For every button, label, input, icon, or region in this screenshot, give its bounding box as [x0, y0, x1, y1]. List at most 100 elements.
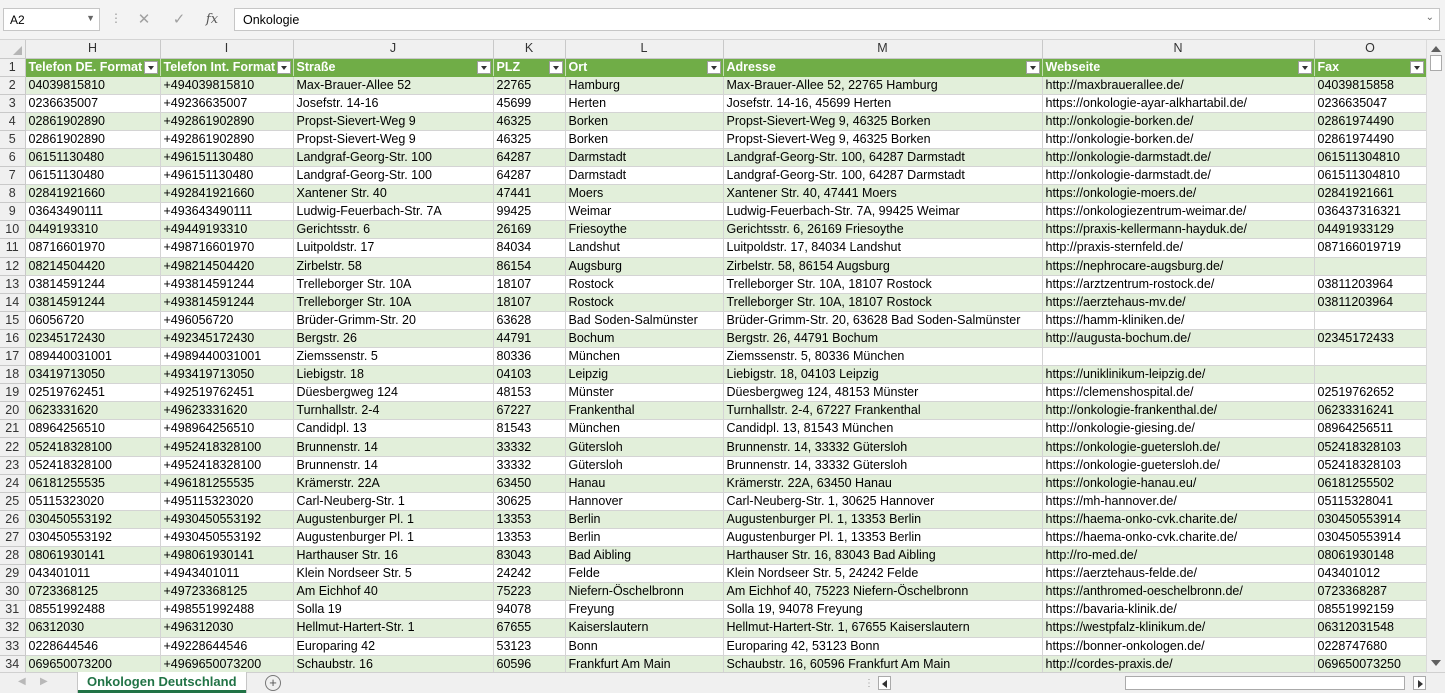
- table-cell[interactable]: 02519762652: [1314, 383, 1426, 403]
- row-number[interactable]: 2: [0, 76, 26, 95]
- table-cell[interactable]: 02861974490: [1314, 112, 1426, 131]
- vertical-scroll-thumb[interactable]: [1430, 55, 1442, 71]
- row-number[interactable]: 22: [0, 437, 26, 457]
- row-number[interactable]: 8: [0, 184, 26, 204]
- table-cell[interactable]: +4952418328100: [160, 437, 294, 457]
- table-cell[interactable]: Luitpoldstr. 17: [293, 238, 494, 258]
- table-cell[interactable]: Gerichtsstr. 6, 26169 Friesoythe: [723, 220, 1043, 240]
- table-cell[interactable]: Augustenburger Pl. 1: [293, 510, 494, 529]
- table-cell[interactable]: 64287: [493, 166, 566, 186]
- table-cell[interactable]: Harthauser Str. 16, 83043 Bad Aibling: [723, 546, 1043, 566]
- row-number[interactable]: 9: [0, 202, 26, 222]
- table-cell[interactable]: http://augusta-bochum.de/: [1042, 329, 1315, 349]
- table-cell[interactable]: +492345172430: [160, 329, 294, 349]
- table-cell[interactable]: 03419713050: [25, 365, 161, 385]
- table-cell[interactable]: 04039815810: [25, 76, 161, 95]
- table-cell[interactable]: 30625: [493, 492, 566, 511]
- row-number[interactable]: 20: [0, 401, 26, 421]
- table-cell[interactable]: Landgraf-Georg-Str. 100, 64287 Darmstadt: [723, 166, 1043, 186]
- table-cell[interactable]: 02841921660: [25, 184, 161, 204]
- table-cell[interactable]: Augsburg: [565, 257, 724, 276]
- table-cell[interactable]: Bergstr. 26: [293, 329, 494, 349]
- select-all-button[interactable]: [0, 40, 26, 59]
- table-cell[interactable]: Felde: [565, 564, 724, 584]
- table-cell[interactable]: Candidpl. 13: [293, 419, 494, 439]
- table-cell[interactable]: Propst-Sievert-Weg 9: [293, 112, 494, 131]
- table-cell[interactable]: Max-Brauer-Allee 52, 22765 Hamburg: [723, 76, 1043, 95]
- table-cell[interactable]: Solla 19, 94078 Freyung: [723, 600, 1043, 620]
- table-cell[interactable]: Ziemssenstr. 5, 80336 München: [723, 347, 1043, 367]
- table-cell[interactable]: http://onkologie-borken.de/: [1042, 112, 1315, 131]
- table-cell[interactable]: Turnhallstr. 2-4, 67227 Frankenthal: [723, 401, 1043, 421]
- table-cell[interactable]: https://bavaria-klinik.de/: [1042, 600, 1315, 620]
- table-cell[interactable]: Trelleborger Str. 10A: [293, 293, 494, 312]
- table-cell[interactable]: 03811203964: [1314, 275, 1426, 294]
- table-cell[interactable]: +496181255535: [160, 474, 294, 493]
- table-cell[interactable]: Berlin: [565, 510, 724, 529]
- table-cell[interactable]: Max-Brauer-Allee 52: [293, 76, 494, 95]
- table-cell[interactable]: https://anthromed-oeschelbronn.de/: [1042, 582, 1315, 602]
- filter-dropdown-icon[interactable]: [476, 60, 491, 74]
- table-cell[interactable]: Ludwig-Feuerbach-Str. 7A: [293, 202, 494, 222]
- table-cell[interactable]: 81543: [493, 419, 566, 439]
- table-cell[interactable]: 63628: [493, 311, 566, 330]
- table-cell[interactable]: 061511304810: [1314, 148, 1426, 168]
- filter-dropdown-icon[interactable]: [706, 60, 721, 74]
- table-cell[interactable]: Josefstr. 14-16, 45699 Herten: [723, 94, 1043, 113]
- table-cell[interactable]: Ludwig-Feuerbach-Str. 7A, 99425 Weimar: [723, 202, 1043, 222]
- table-cell[interactable]: Luitpoldstr. 17, 84034 Landshut: [723, 238, 1043, 258]
- table-cell[interactable]: +493643490111: [160, 202, 294, 222]
- table-cell[interactable]: +498061930141: [160, 546, 294, 566]
- table-cell[interactable]: Berlin: [565, 528, 724, 548]
- table-cell[interactable]: 08061930141: [25, 546, 161, 566]
- column-header[interactable]: O: [1314, 40, 1426, 59]
- table-cell[interactable]: 061511304810: [1314, 166, 1426, 186]
- filter-dropdown-icon[interactable]: [1409, 60, 1424, 74]
- row-number[interactable]: 5: [0, 130, 26, 149]
- table-cell[interactable]: +4989440031001: [160, 347, 294, 367]
- table-cell[interactable]: 087166019719: [1314, 238, 1426, 258]
- table-cell[interactable]: 052418328100: [25, 456, 161, 475]
- table-cell[interactable]: 05115323020: [25, 492, 161, 511]
- row-number[interactable]: 15: [0, 311, 26, 330]
- table-cell[interactable]: 043401012: [1314, 564, 1426, 584]
- table-cell[interactable]: Bergstr. 26, 44791 Bochum: [723, 329, 1043, 349]
- table-cell[interactable]: Krämerstr. 22A, 63450 Hanau: [723, 474, 1043, 493]
- table-cell[interactable]: +49236635007: [160, 94, 294, 113]
- filter-dropdown-icon[interactable]: [548, 60, 563, 74]
- table-cell[interactable]: Trelleborger Str. 10A: [293, 275, 494, 294]
- table-cell[interactable]: +498214504420: [160, 257, 294, 276]
- table-cell[interactable]: +492861902890: [160, 112, 294, 131]
- table-cell[interactable]: Solla 19: [293, 600, 494, 620]
- add-sheet-button[interactable]: +: [265, 675, 281, 691]
- table-cell[interactable]: 02345172430: [25, 329, 161, 349]
- row-number[interactable]: 28: [0, 546, 26, 566]
- table-cell[interactable]: 08551992488: [25, 600, 161, 620]
- table-cell[interactable]: http://praxis-sternfeld.de/: [1042, 238, 1315, 258]
- row-number[interactable]: 33: [0, 637, 26, 656]
- row-number[interactable]: 24: [0, 474, 26, 493]
- sheet-tab-onkologen-deutschland[interactable]: Onkologen Deutschland: [78, 672, 246, 693]
- table-cell[interactable]: 0623331620: [25, 401, 161, 421]
- cancel-icon[interactable]: ✕: [133, 9, 155, 31]
- column-header[interactable]: K: [493, 40, 566, 59]
- table-cell[interactable]: 80336: [493, 347, 566, 367]
- row-number[interactable]: 19: [0, 383, 26, 403]
- row-number[interactable]: 18: [0, 365, 26, 385]
- table-cell[interactable]: Schaubstr. 16, 60596 Frankfurt Am Main: [723, 655, 1043, 672]
- table-cell[interactable]: München: [565, 419, 724, 439]
- table-cell[interactable]: Harthauser Str. 16: [293, 546, 494, 566]
- table-cell[interactable]: Moers: [565, 184, 724, 204]
- table-cell[interactable]: Brunnenstr. 14: [293, 437, 494, 457]
- table-cell[interactable]: Weimar: [565, 202, 724, 222]
- table-cell[interactable]: 052418328100: [25, 437, 161, 457]
- table-cell[interactable]: +495115323020: [160, 492, 294, 511]
- prev-sheet-icon[interactable]: ◀: [18, 676, 26, 687]
- table-cell[interactable]: https://aerztehaus-mv.de/: [1042, 293, 1315, 312]
- table-cell[interactable]: +49623331620: [160, 401, 294, 421]
- table-cell[interactable]: 08551992159: [1314, 600, 1426, 620]
- table-cell[interactable]: Frankfurt Am Main: [565, 655, 724, 672]
- table-cell[interactable]: 06151130480: [25, 166, 161, 186]
- table-cell[interactable]: 83043: [493, 546, 566, 566]
- table-cell[interactable]: Zirbelstr. 58: [293, 257, 494, 276]
